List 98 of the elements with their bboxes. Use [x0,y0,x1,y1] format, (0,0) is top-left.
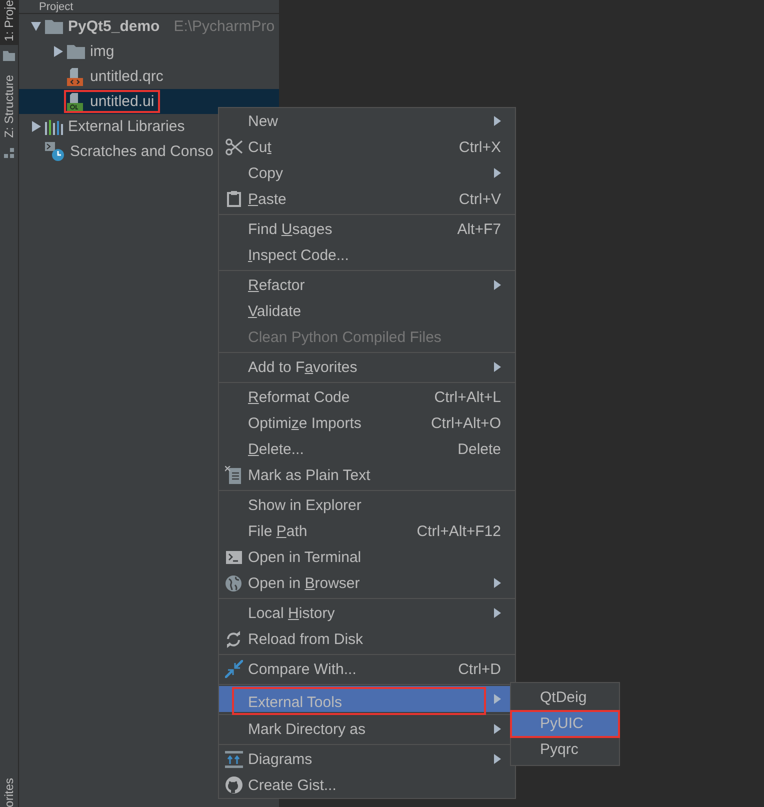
menu-item-label: Show in Explorer [248,496,362,514]
submenu-arrow-icon [494,724,501,734]
menu-item[interactable]: Inspect Code... [219,242,515,268]
menu-item-label: Local History [248,604,336,622]
tree-row[interactable]: img [19,39,279,64]
tool-window-tab[interactable]: 1: Proje [0,0,18,46]
resource-file-icon [67,68,85,86]
menu-item[interactable]: Copy [219,160,515,186]
structure-icon [3,148,15,160]
tree-item-label: img [90,43,114,60]
shortcut-label: Ctrl+V [458,190,501,208]
menu-item-label: Copy [248,164,284,182]
menu-item[interactable]: Reformat Code Ctrl+Alt+L [219,384,515,410]
menu-item[interactable]: File Path Ctrl+Alt+F12 [219,518,515,544]
menu-item[interactable]: Optimize Imports Ctrl+Alt+O [219,410,515,436]
menu-item-label: Clean Python Compiled Files [248,328,442,346]
menu-item[interactable]: Mark as Plain Text [219,462,515,488]
menu-item[interactable]: Compare With... Ctrl+D [219,656,515,682]
menu-item[interactable]: Mark Directory as [219,716,515,742]
menu-item-label: Inspect Code... [248,246,350,264]
library-icon [45,118,63,134]
tree-row[interactable]: untitled.qrc [19,64,279,89]
menu-item-label: Refactor [248,276,306,294]
scissors-icon [224,138,242,156]
submenu-arrow-icon [494,168,501,178]
submenu-arrow-icon [494,280,501,290]
submenu-arrow-icon [494,578,501,588]
reload-icon [225,630,242,648]
menu-item-label: Cut [248,138,272,156]
clipboard-icon [226,191,240,207]
tree-item-label: untitled.qrc [90,68,164,85]
scratches-clock-icon [45,142,65,162]
shortcut-label: Ctrl+X [458,138,501,156]
submenu-arrow-icon [494,362,501,372]
menu-item-label: Compare With... [248,660,358,678]
terminal-icon [226,550,242,564]
menu-item[interactable]: Validate [219,298,515,324]
panel-title[interactable]: Project [39,0,74,12]
menu-item[interactable]: Find Usages Alt+F7 [219,216,515,242]
project-path: E:\PycharmPro [174,18,275,35]
menu-item-label: Delete... [248,440,305,458]
menu-item[interactable]: Show in Explorer [219,492,515,518]
github-cat-icon [224,776,242,794]
diagram-icon [224,750,242,768]
expand-arrow-icon[interactable] [32,121,40,132]
menu-item[interactable]: Paste Ctrl+V [219,186,515,212]
menu-item-label: Find Usages [248,220,334,238]
shortcut-label: Delete [458,440,501,458]
shortcut-label: Ctrl+Alt+O [430,414,501,432]
menu-item-label: Mark as Plain Text [248,466,372,484]
menu-item-label: Reformat Code [248,388,351,406]
menu-item-label: Validate [248,302,302,320]
menu-item[interactable]: Refactor [219,272,515,298]
menu-item[interactable]: Reload from Disk [219,626,515,652]
plain-text-file-icon [225,466,242,484]
expand-arrow-icon[interactable] [54,46,62,57]
menu-item-label: New [248,112,280,130]
menu-item-label: Optimize Imports [248,414,362,432]
shortcut-label: Ctrl+Alt+L [434,388,501,406]
menu-item-label: Create Gist... [248,776,338,794]
menu-item[interactable]: Add to Favorites [219,354,515,380]
menu-item-label: Reload from Disk [248,630,364,648]
submenu-arrow-icon [494,116,501,126]
submenu-arrow-icon [494,754,501,764]
qt-file-icon [67,92,85,110]
globe-icon [225,574,242,592]
folder-icon [3,51,15,62]
shortcut-label: Ctrl+D [458,660,501,678]
compare-arrows-icon [224,660,242,678]
menu-item-label: External Tools [232,687,486,715]
menu-item-label: File Path [248,522,308,540]
tool-window-tab[interactable]: Z: Structure [0,71,18,142]
folder-icon [67,44,85,59]
folder-icon [45,19,63,34]
tree-row[interactable]: PyQt5_demo E:\PycharmPro [19,14,279,39]
shortcut-label: Ctrl+Alt+F12 [416,522,501,540]
menu-item-label: Add to Favorites [248,358,358,376]
menu-item[interactable]: Create Gist... [219,772,515,798]
tree-item-label: Scratches and Conso [70,143,214,160]
tree-row[interactable]: untitled.ui [19,89,279,114]
collapse-arrow-icon[interactable] [31,22,41,31]
menu-item[interactable]: Local History [219,600,515,626]
tool-window-tab[interactable]: orites [0,774,18,807]
tree-item-label: External Libraries [68,118,185,135]
menu-item[interactable]: Cut Ctrl+X [219,134,515,160]
tree-item-label: PyQt5_demo [68,18,160,35]
menu-item-label: Open in Browser [248,574,361,592]
tree-item-label: untitled.ui [90,93,154,110]
menu-item-label: Paste [248,190,288,208]
menu-item-label: Mark Directory as [248,720,367,738]
menu-item[interactable]: Open in Browser [219,570,515,596]
menu-item[interactable]: Delete... Delete [219,436,515,462]
menu-item[interactable]: Open in Terminal [219,544,515,570]
submenu-arrow-icon [494,694,501,704]
submenu-arrow-icon [494,608,501,618]
menu-item-label: Diagrams [248,750,314,768]
shortcut-label: Alt+F7 [457,220,501,238]
menu-item-label: Open in Terminal [248,548,362,566]
